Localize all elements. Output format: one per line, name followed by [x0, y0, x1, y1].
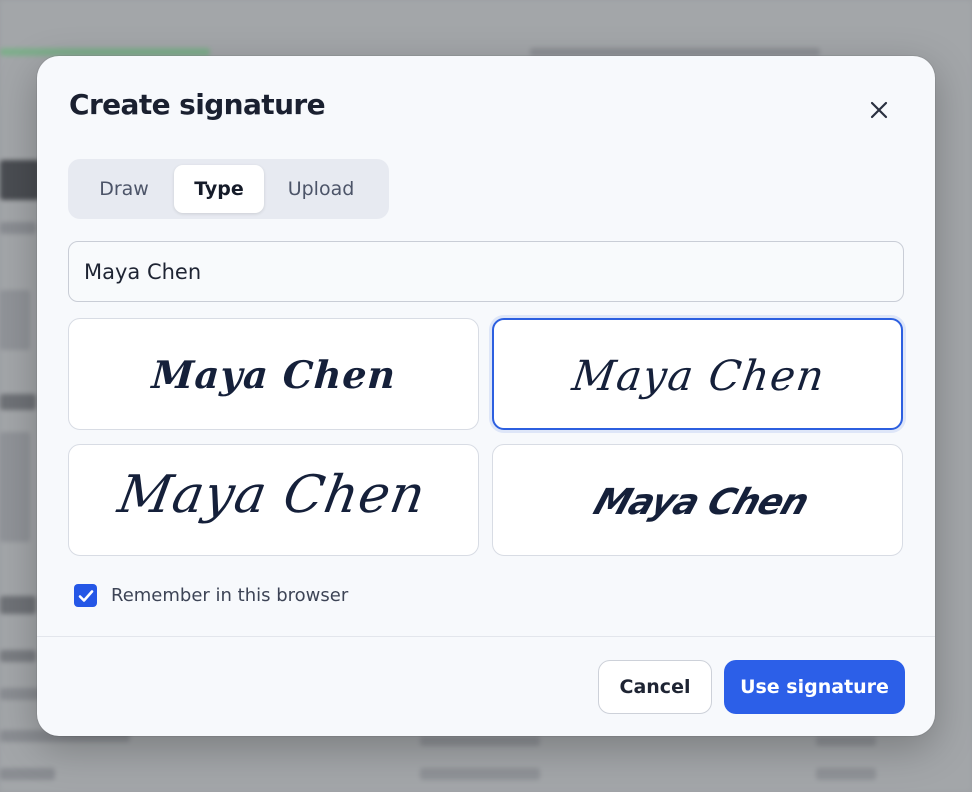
signature-text: Maya Chen — [589, 481, 814, 523]
close-icon — [870, 101, 888, 119]
signature-option-4[interactable]: Maya Chen — [492, 444, 903, 556]
signature-preview: Maya Chen — [113, 465, 431, 525]
create-signature-dialog: Create signature Draw Type Upload Maya C… — [37, 56, 935, 736]
cancel-button[interactable]: Cancel — [598, 660, 712, 714]
signature-preview: Maya Chen — [148, 352, 397, 397]
close-button[interactable] — [861, 92, 897, 128]
checkmark-icon — [78, 589, 93, 602]
signature-mode-tabs: Draw Type Upload — [68, 159, 389, 219]
tab-type[interactable]: Type — [174, 165, 264, 213]
tab-upload[interactable]: Upload — [264, 165, 378, 213]
signature-text: Maya Chen — [113, 465, 431, 525]
remember-label: Remember in this browser — [111, 585, 349, 606]
footer-divider — [37, 636, 935, 637]
dialog-title: Create signature — [69, 88, 326, 121]
tab-draw[interactable]: Draw — [74, 165, 174, 213]
remember-checkbox[interactable] — [74, 584, 97, 607]
remember-checkbox-row[interactable]: Remember in this browser — [74, 584, 348, 607]
signature-name-input[interactable] — [68, 241, 904, 302]
signature-text: Maya Chen — [568, 351, 828, 400]
signature-preview: Maya Chen — [589, 481, 814, 523]
use-signature-button[interactable]: Use signature — [724, 660, 905, 714]
signature-preview: Maya Chen — [568, 351, 828, 400]
signature-option-1[interactable]: Maya Chen — [68, 318, 479, 430]
signature-option-3[interactable]: Maya Chen — [68, 444, 479, 556]
signature-text: Maya Chen — [148, 352, 397, 397]
signature-option-2[interactable]: Maya Chen — [492, 318, 903, 430]
